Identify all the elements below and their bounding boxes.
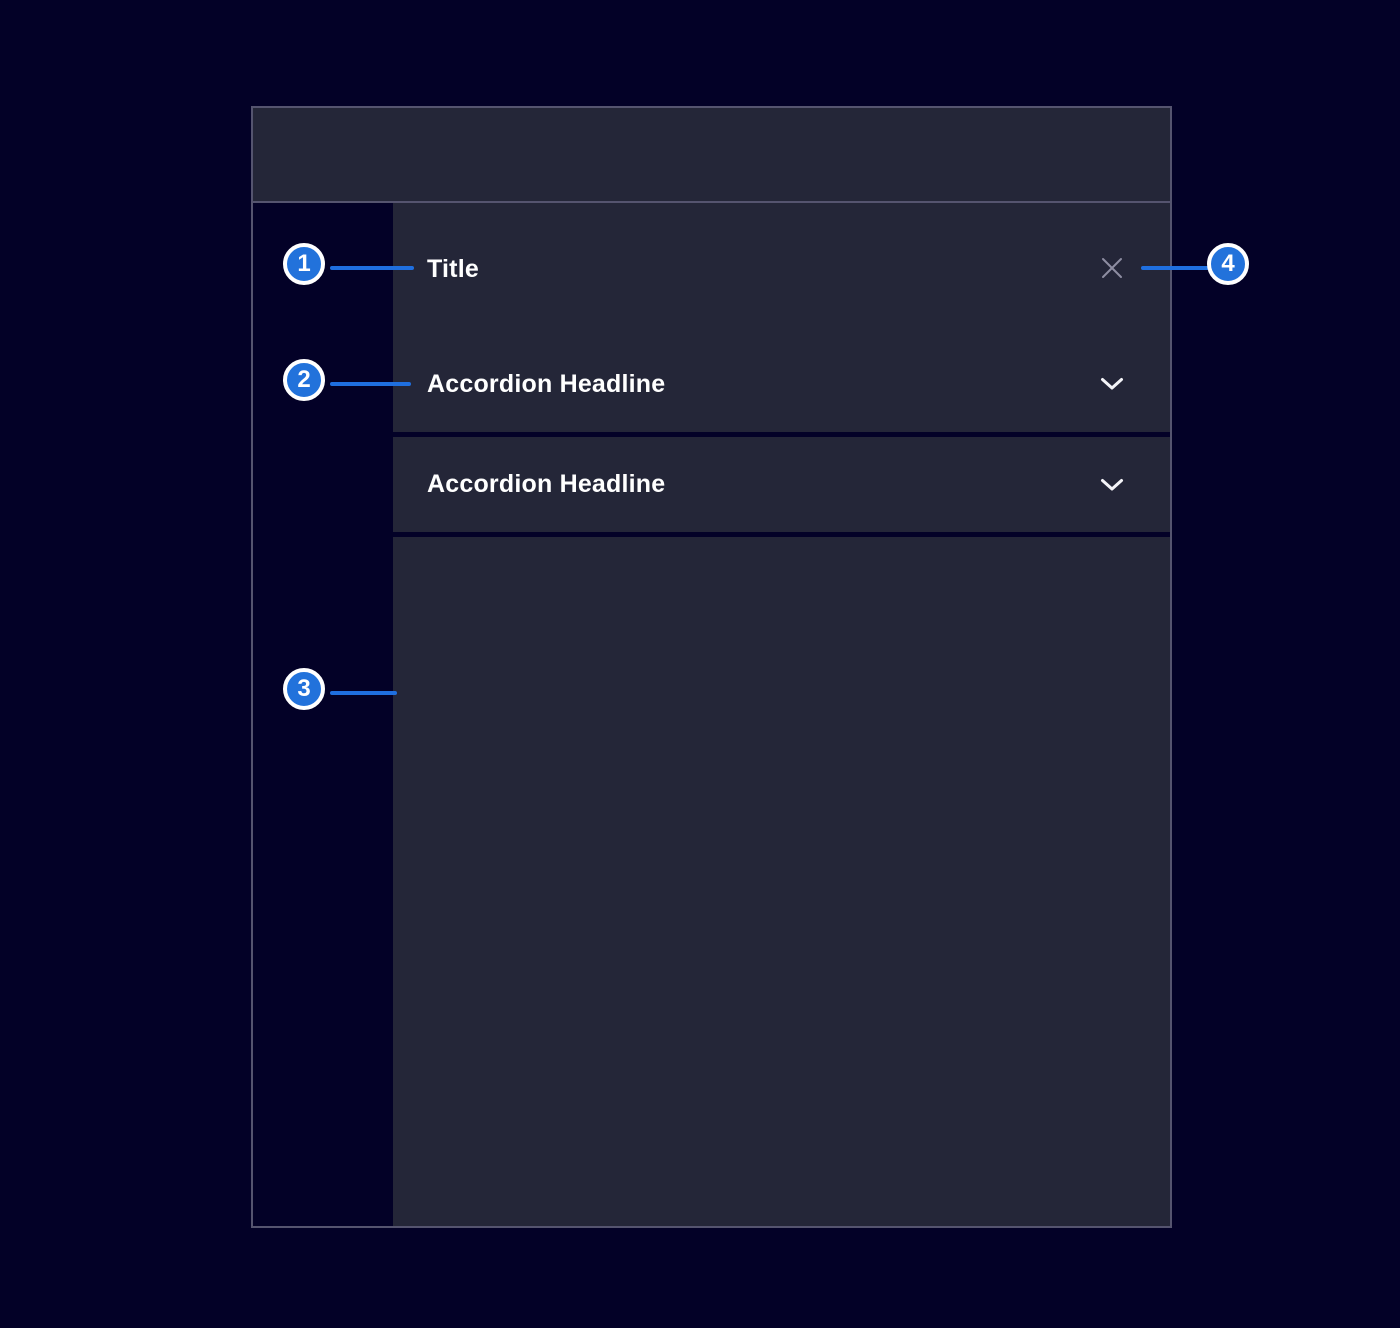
close-icon (1099, 255, 1125, 284)
callout-line-2 (330, 382, 411, 386)
callout-line-4 (1141, 266, 1210, 270)
callout-line-1 (330, 266, 414, 270)
callout-marker-4: 4 (1207, 243, 1249, 285)
callout-line-3 (330, 691, 397, 695)
panel-content-column: Title Accordion Headline (393, 203, 1170, 1226)
panel-content-area (393, 537, 1170, 1226)
callout-marker-3: 3 (283, 668, 325, 710)
accordion-header-2[interactable]: Accordion Headline (393, 437, 1170, 532)
title-row: Title (393, 203, 1170, 336)
chevron-down-icon (1096, 469, 1128, 501)
close-button[interactable] (1096, 254, 1128, 286)
accordion-headline: Accordion Headline (427, 370, 665, 399)
panel-title: Title (427, 255, 479, 284)
accordion-headline: Accordion Headline (427, 470, 665, 499)
design-spec-canvas: Title Accordion Headline (0, 0, 1400, 1328)
panel-body: Title Accordion Headline (253, 203, 1170, 1226)
accordion-header-1[interactable]: Accordion Headline (393, 336, 1170, 432)
callout-marker-2: 2 (283, 359, 325, 401)
panel-title-section: Title Accordion Headline (393, 203, 1170, 432)
panel-top-bar (253, 108, 1170, 203)
accordion-section-2: Accordion Headline (393, 437, 1170, 532)
chevron-down-icon (1096, 368, 1128, 400)
backdrop-strip (253, 203, 393, 1226)
flyout-panel: Title Accordion Headline (251, 106, 1172, 1228)
callout-marker-1: 1 (283, 243, 325, 285)
